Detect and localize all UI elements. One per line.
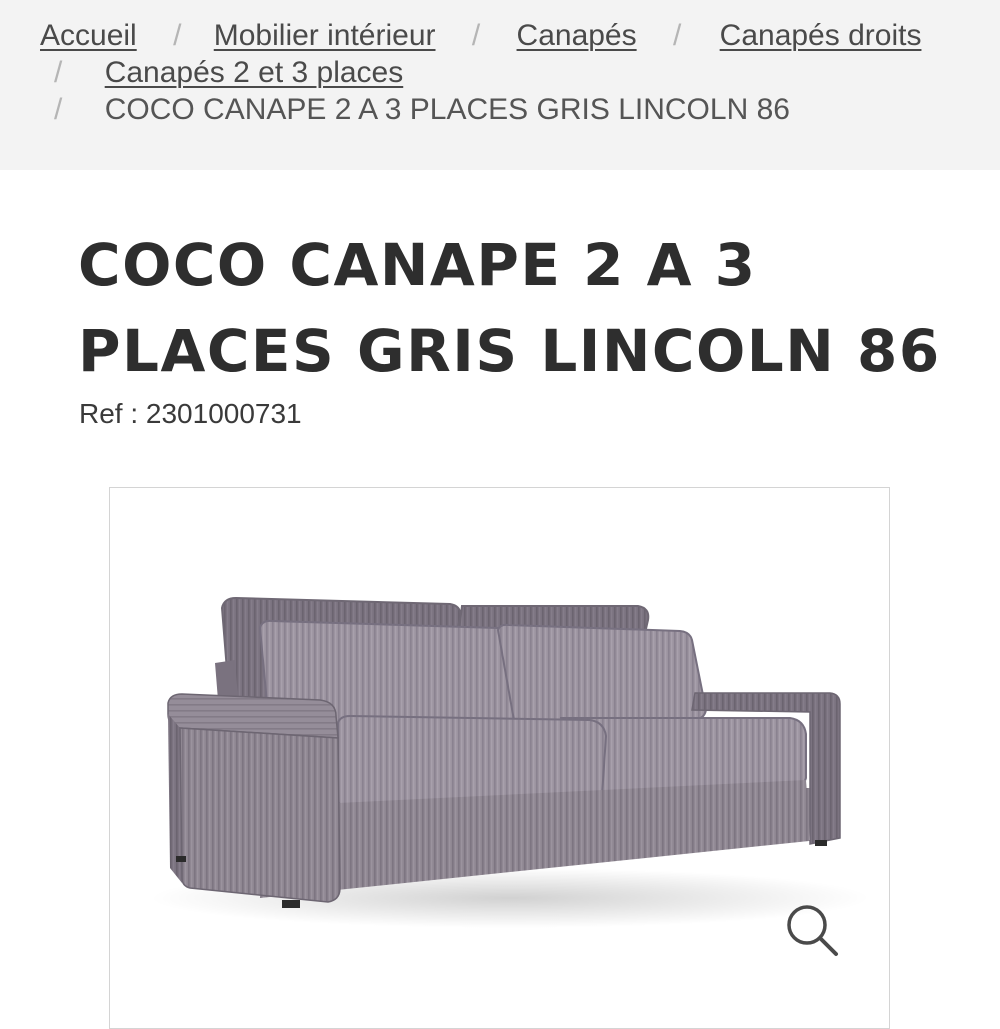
breadcrumb-row-3: / COCO CANAPE 2 A 3 PLACES GRIS LINCOLN … <box>54 92 790 128</box>
product-reference: Ref : 2301000731 <box>79 398 302 429</box>
sofa-pillow-right <box>496 623 708 728</box>
breadcrumb-link-canapes-droits[interactable]: Canapés droits <box>720 19 922 52</box>
sofa-back-side <box>215 660 238 700</box>
sofa-leg <box>282 900 300 908</box>
page-title: COCO CANAPE 2 A 3 PLACES GRIS LINCOLN 86 <box>78 222 958 394</box>
zoom-button[interactable] <box>780 898 844 962</box>
sofa-arm-left-front <box>179 727 341 903</box>
breadcrumb-row-1: Accueil / Mobilier intérieur / Canapés /… <box>40 18 921 54</box>
breadcrumb-separator: / <box>54 56 63 89</box>
breadcrumb-link-canapes-2-et-3-places[interactable]: Canapés 2 et 3 places <box>105 56 404 89</box>
breadcrumb-link-accueil[interactable]: Accueil <box>40 19 137 52</box>
breadcrumb-separator: / <box>471 19 481 52</box>
page-title-line-2: PLACES GRIS LINCOLN 86 <box>78 317 941 385</box>
sofa-leg <box>815 840 827 846</box>
breadcrumb-link-mobilier-interieur[interactable]: Mobilier intérieur <box>214 19 436 52</box>
breadcrumb-link-canapes[interactable]: Canapés <box>517 19 637 52</box>
breadcrumb-separator: / <box>672 19 682 52</box>
breadcrumb: Accueil / Mobilier intérieur / Canapés /… <box>0 0 1000 170</box>
breadcrumb-separator: / <box>173 19 182 52</box>
sofa-leg <box>176 856 186 862</box>
breadcrumb-row-2: / Canapés 2 et 3 places <box>54 55 403 91</box>
breadcrumb-separator: / <box>54 93 63 126</box>
breadcrumb-current-page: COCO CANAPE 2 A 3 PLACES GRIS LINCOLN 86 <box>104 93 790 126</box>
page-title-line-1: COCO CANAPE 2 A 3 <box>78 231 757 299</box>
magnifier-icon <box>787 905 838 956</box>
product-image-frame[interactable] <box>109 487 890 1029</box>
sofa-image[interactable] <box>110 488 889 1028</box>
